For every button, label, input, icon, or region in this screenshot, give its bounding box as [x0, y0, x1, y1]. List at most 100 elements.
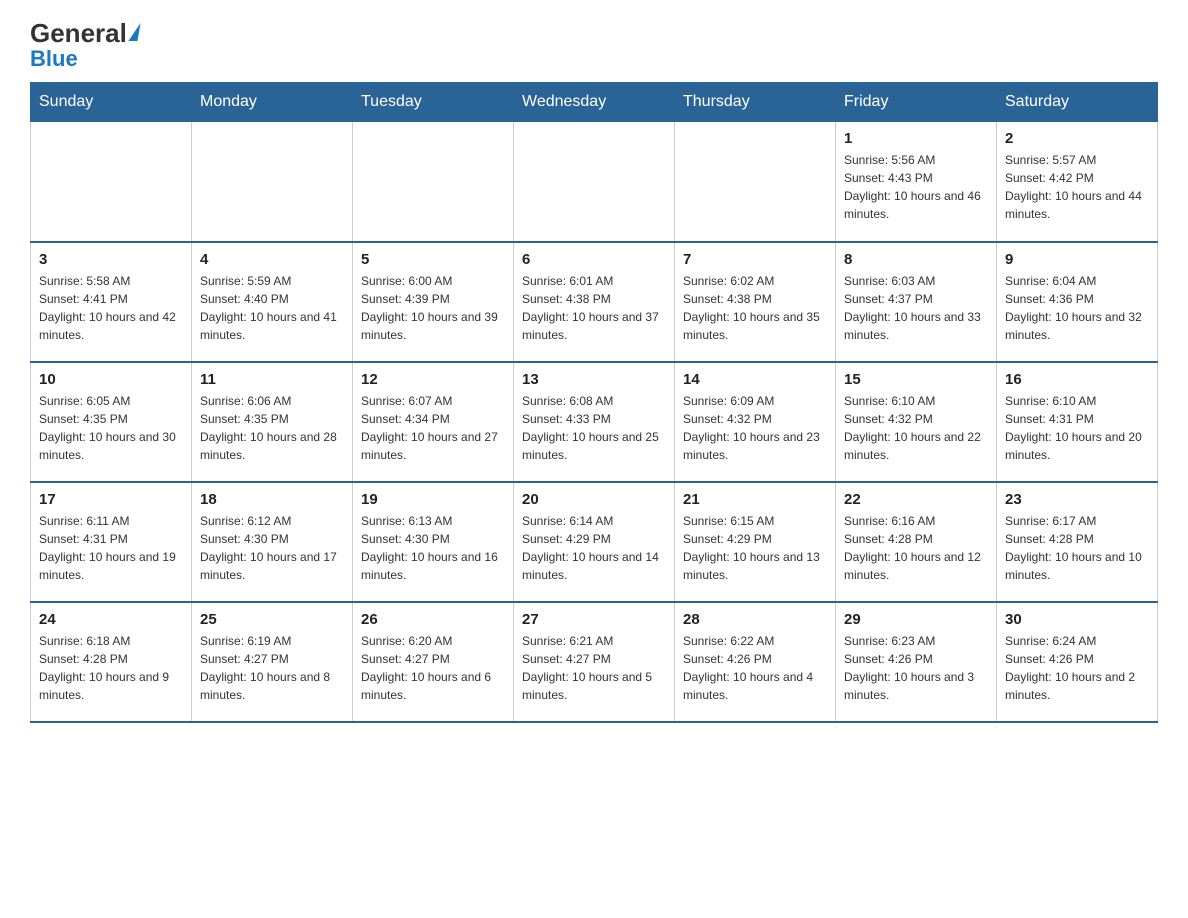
day-number: 2 — [1005, 130, 1149, 147]
day-info: Sunrise: 6:19 AMSunset: 4:27 PMDaylight:… — [200, 632, 344, 704]
calendar-week-row: 10Sunrise: 6:05 AMSunset: 4:35 PMDayligh… — [31, 362, 1158, 482]
day-info: Sunrise: 6:09 AMSunset: 4:32 PMDaylight:… — [683, 392, 827, 464]
day-info: Sunrise: 6:24 AMSunset: 4:26 PMDaylight:… — [1005, 632, 1149, 704]
day-info: Sunrise: 6:00 AMSunset: 4:39 PMDaylight:… — [361, 272, 505, 344]
day-number: 8 — [844, 251, 988, 268]
calendar-cell: 15Sunrise: 6:10 AMSunset: 4:32 PMDayligh… — [836, 362, 997, 482]
day-info: Sunrise: 5:57 AMSunset: 4:42 PMDaylight:… — [1005, 151, 1149, 223]
day-number: 24 — [39, 611, 183, 628]
day-number: 14 — [683, 371, 827, 388]
calendar-week-row: 3 Sunrise: 5:58 AMSunset: 4:41 PMDaylight… — [31, 242, 1158, 362]
day-number: 12 — [361, 371, 505, 388]
day-number: 28 — [683, 611, 827, 628]
day-info: Sunrise: 6:15 AMSunset: 4:29 PMDaylight:… — [683, 512, 827, 584]
calendar-cell: 23Sunrise: 6:17 AMSunset: 4:28 PMDayligh… — [997, 482, 1158, 602]
calendar-cell — [675, 122, 836, 242]
day-info: Sunrise: 6:10 AMSunset: 4:32 PMDaylight:… — [844, 392, 988, 464]
calendar-cell: 7 Sunrise: 6:02 AMSunset: 4:38 PMDaylight… — [675, 242, 836, 362]
calendar-cell: 11 Sunrise: 6:06 AMSunset: 4:35 PMDayligh… — [192, 362, 353, 482]
day-number: 5 — [361, 251, 505, 268]
calendar-cell: 26 Sunrise: 6:20 AMSunset: 4:27 PMDayligh… — [353, 602, 514, 722]
day-number: 20 — [522, 491, 666, 508]
day-number: 25 — [200, 611, 344, 628]
day-info: Sunrise: 6:16 AMSunset: 4:28 PMDaylight:… — [844, 512, 988, 584]
calendar-cell: 17 Sunrise: 6:11 AMSunset: 4:31 PMDayligh… — [31, 482, 192, 602]
calendar-cell: 20 Sunrise: 6:14 AMSunset: 4:29 PMDayligh… — [514, 482, 675, 602]
header-tuesday: Tuesday — [353, 83, 514, 122]
calendar-cell: 5 Sunrise: 6:00 AMSunset: 4:39 PMDaylight… — [353, 242, 514, 362]
calendar-cell: 18Sunrise: 6:12 AMSunset: 4:30 PMDayligh… — [192, 482, 353, 602]
calendar-cell: 14 Sunrise: 6:09 AMSunset: 4:32 PMDayligh… — [675, 362, 836, 482]
page-header: General Blue — [30, 20, 1158, 72]
day-number: 9 — [1005, 251, 1149, 268]
calendar-cell: 25 Sunrise: 6:19 AMSunset: 4:27 PMDayligh… — [192, 602, 353, 722]
calendar-week-row: 1Sunrise: 5:56 AMSunset: 4:43 PMDaylight… — [31, 122, 1158, 242]
day-info: Sunrise: 6:02 AMSunset: 4:38 PMDaylight:… — [683, 272, 827, 344]
day-info: Sunrise: 6:14 AMSunset: 4:29 PMDaylight:… — [522, 512, 666, 584]
day-info: Sunrise: 6:20 AMSunset: 4:27 PMDaylight:… — [361, 632, 505, 704]
day-info: Sunrise: 6:21 AMSunset: 4:27 PMDaylight:… — [522, 632, 666, 704]
day-number: 11 — [200, 371, 344, 388]
day-info: Sunrise: 6:13 AMSunset: 4:30 PMDaylight:… — [361, 512, 505, 584]
logo: General Blue — [30, 20, 139, 72]
header-thursday: Thursday — [675, 83, 836, 122]
header-saturday: Saturday — [997, 83, 1158, 122]
day-info: Sunrise: 6:18 AMSunset: 4:28 PMDaylight:… — [39, 632, 183, 704]
day-number: 17 — [39, 491, 183, 508]
day-number: 19 — [361, 491, 505, 508]
day-number: 3 — [39, 251, 183, 268]
calendar-cell: 29Sunrise: 6:23 AMSunset: 4:26 PMDayligh… — [836, 602, 997, 722]
day-info: Sunrise: 6:04 AMSunset: 4:36 PMDaylight:… — [1005, 272, 1149, 344]
day-info: Sunrise: 6:11 AMSunset: 4:31 PMDaylight:… — [39, 512, 183, 584]
calendar-header-row: SundayMondayTuesdayWednesdayThursdayFrid… — [31, 83, 1158, 122]
calendar-table: SundayMondayTuesdayWednesdayThursdayFrid… — [30, 82, 1158, 723]
calendar-week-row: 17 Sunrise: 6:11 AMSunset: 4:31 PMDayligh… — [31, 482, 1158, 602]
day-info: Sunrise: 6:01 AMSunset: 4:38 PMDaylight:… — [522, 272, 666, 344]
calendar-cell: 10Sunrise: 6:05 AMSunset: 4:35 PMDayligh… — [31, 362, 192, 482]
day-info: Sunrise: 6:08 AMSunset: 4:33 PMDaylight:… — [522, 392, 666, 464]
calendar-week-row: 24 Sunrise: 6:18 AMSunset: 4:28 PMDayligh… — [31, 602, 1158, 722]
day-info: Sunrise: 6:06 AMSunset: 4:35 PMDaylight:… — [200, 392, 344, 464]
header-monday: Monday — [192, 83, 353, 122]
calendar-cell: 3 Sunrise: 5:58 AMSunset: 4:41 PMDaylight… — [31, 242, 192, 362]
day-number: 1 — [844, 130, 988, 147]
calendar-cell: 19 Sunrise: 6:13 AMSunset: 4:30 PMDayligh… — [353, 482, 514, 602]
day-info: Sunrise: 5:59 AMSunset: 4:40 PMDaylight:… — [200, 272, 344, 344]
calendar-cell: 24 Sunrise: 6:18 AMSunset: 4:28 PMDayligh… — [31, 602, 192, 722]
calendar-cell: 27 Sunrise: 6:21 AMSunset: 4:27 PMDayligh… — [514, 602, 675, 722]
day-number: 26 — [361, 611, 505, 628]
day-number: 10 — [39, 371, 183, 388]
day-number: 22 — [844, 491, 988, 508]
calendar-cell: 30 Sunrise: 6:24 AMSunset: 4:26 PMDayligh… — [997, 602, 1158, 722]
calendar-cell — [353, 122, 514, 242]
calendar-cell: 1Sunrise: 5:56 AMSunset: 4:43 PMDaylight… — [836, 122, 997, 242]
calendar-cell: 12 Sunrise: 6:07 AMSunset: 4:34 PMDayligh… — [353, 362, 514, 482]
calendar-cell: 2 Sunrise: 5:57 AMSunset: 4:42 PMDaylight… — [997, 122, 1158, 242]
day-number: 21 — [683, 491, 827, 508]
day-info: Sunrise: 6:17 AMSunset: 4:28 PMDaylight:… — [1005, 512, 1149, 584]
calendar-cell: 21 Sunrise: 6:15 AMSunset: 4:29 PMDayligh… — [675, 482, 836, 602]
calendar-cell: 13 Sunrise: 6:08 AMSunset: 4:33 PMDayligh… — [514, 362, 675, 482]
calendar-cell: 16 Sunrise: 6:10 AMSunset: 4:31 PMDayligh… — [997, 362, 1158, 482]
day-number: 4 — [200, 251, 344, 268]
day-info: Sunrise: 6:03 AMSunset: 4:37 PMDaylight:… — [844, 272, 988, 344]
logo-text-blue: Blue — [30, 46, 78, 72]
day-info: Sunrise: 6:07 AMSunset: 4:34 PMDaylight:… — [361, 392, 505, 464]
day-number: 30 — [1005, 611, 1149, 628]
header-wednesday: Wednesday — [514, 83, 675, 122]
calendar-cell: 9 Sunrise: 6:04 AMSunset: 4:36 PMDaylight… — [997, 242, 1158, 362]
calendar-cell — [192, 122, 353, 242]
day-number: 13 — [522, 371, 666, 388]
day-info: Sunrise: 5:58 AMSunset: 4:41 PMDaylight:… — [39, 272, 183, 344]
day-number: 16 — [1005, 371, 1149, 388]
logo-text-general: General — [30, 20, 127, 46]
calendar-cell: 28Sunrise: 6:22 AMSunset: 4:26 PMDayligh… — [675, 602, 836, 722]
day-info: Sunrise: 6:10 AMSunset: 4:31 PMDaylight:… — [1005, 392, 1149, 464]
calendar-cell: 6 Sunrise: 6:01 AMSunset: 4:38 PMDaylight… — [514, 242, 675, 362]
calendar-cell: 4 Sunrise: 5:59 AMSunset: 4:40 PMDaylight… — [192, 242, 353, 362]
day-number: 7 — [683, 251, 827, 268]
calendar-cell: 22 Sunrise: 6:16 AMSunset: 4:28 PMDayligh… — [836, 482, 997, 602]
day-number: 27 — [522, 611, 666, 628]
day-number: 6 — [522, 251, 666, 268]
calendar-cell — [31, 122, 192, 242]
